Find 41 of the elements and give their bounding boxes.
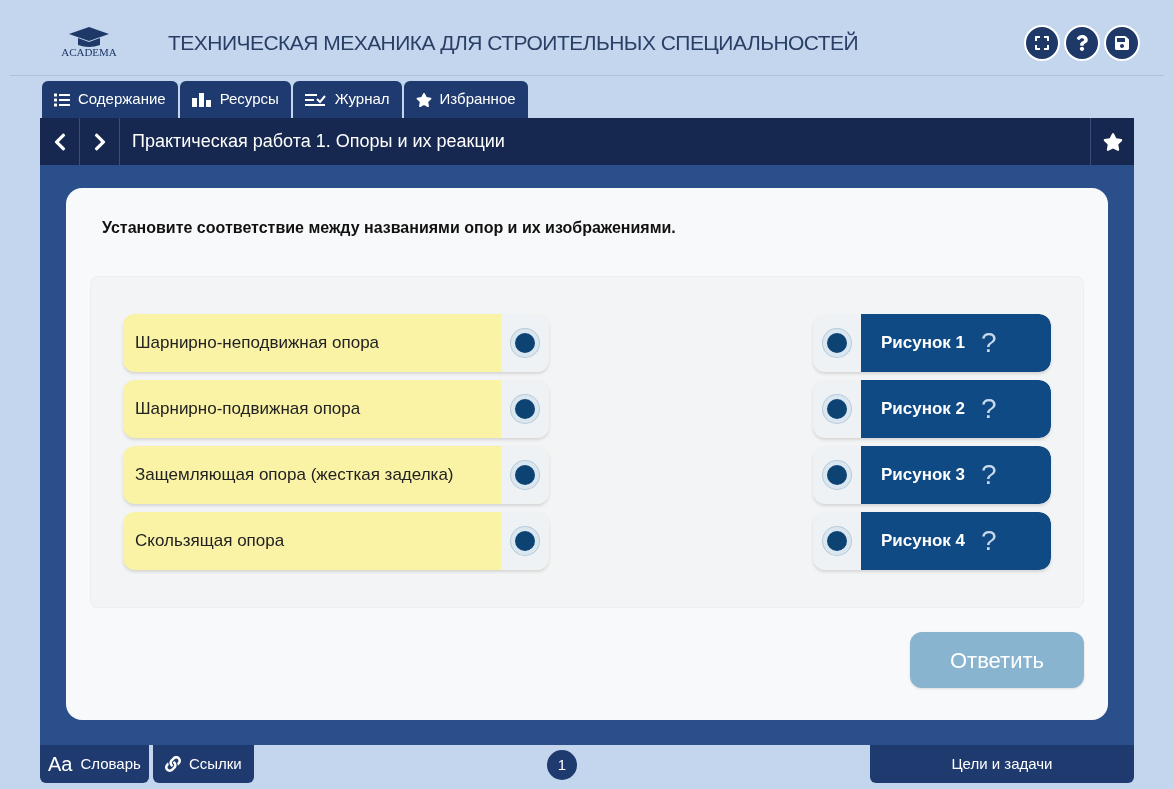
- list-icon: [54, 91, 70, 108]
- star-icon: [1102, 131, 1123, 152]
- glossary-button[interactable]: Aa Словарь: [40, 745, 149, 783]
- lesson-title: Практическая работа 1. Опоры и их реакции: [131, 130, 506, 153]
- link-icon: [164, 756, 181, 772]
- help-button[interactable]: [1064, 24, 1100, 61]
- hint-mark[interactable]: ?: [981, 520, 997, 562]
- hint-mark[interactable]: ?: [981, 388, 997, 430]
- support-name-card[interactable]: Скользящая опора: [123, 512, 549, 570]
- star-icon: [415, 91, 432, 108]
- links-button[interactable]: Ссылки: [152, 745, 254, 783]
- picture-card[interactable]: Рисунок 3 ?: [813, 446, 1051, 504]
- course-title: ТЕХНИЧЕСКАЯ МЕХАНИКА ДЛЯ СТРОИТЕЛЬНЫХ СПЕЦИАЛЬНОСТЕЙ: [168, 29, 860, 56]
- nav-tab[interactable]: Избранное: [403, 81, 528, 118]
- picture-label: Рисунок 2: [881, 398, 966, 421]
- picture-card[interactable]: Рисунок 4 ?: [813, 512, 1051, 570]
- goals-button[interactable]: Цели и задачи: [870, 745, 1134, 783]
- help-icon: [1074, 34, 1090, 51]
- picture-label: Рисунок 1: [881, 332, 966, 355]
- bar-chart-icon: [191, 92, 212, 107]
- nav-tab[interactable]: Ресурсы: [179, 81, 291, 118]
- support-name-card[interactable]: Защемляющая опора (жесткая заделка): [123, 446, 549, 504]
- graduation-cap-icon: [69, 27, 109, 47]
- logo-text: ACADEMA: [61, 47, 117, 58]
- support-name-card[interactable]: Шарнирно-подвижная опора: [123, 380, 549, 438]
- picture-card[interactable]: Рисунок 1 ?: [813, 314, 1051, 372]
- task-instruction: Установите соответствие между названиями опор и их изображениями.: [101, 218, 677, 238]
- nav-tab[interactable]: Содержание: [42, 81, 178, 118]
- picture-label: Рисунок 3: [881, 464, 966, 487]
- support-name-card[interactable]: Шарнирно-неподвижная опора: [123, 314, 549, 372]
- fullscreen-button[interactable]: [1024, 24, 1060, 61]
- nav-tab[interactable]: Журнал: [292, 81, 402, 118]
- hint-mark[interactable]: ?: [981, 322, 997, 364]
- picture-card[interactable]: Рисунок 2 ?: [813, 380, 1051, 438]
- hint-mark[interactable]: ?: [981, 454, 997, 496]
- save-icon: [1114, 34, 1130, 51]
- save-button[interactable]: [1104, 24, 1140, 61]
- checklist-icon: [304, 92, 327, 107]
- page-number: 1: [546, 750, 577, 780]
- expand-icon: [1034, 34, 1050, 51]
- picture-label: Рисунок 4: [881, 530, 966, 553]
